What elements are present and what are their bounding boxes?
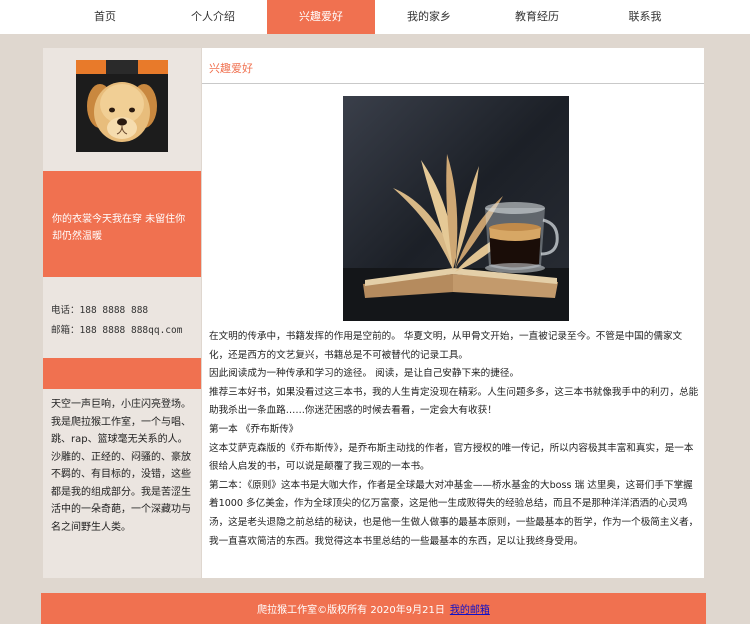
puppy-avatar-image (76, 60, 168, 152)
footer: 爬拉猴工作室©版权所有 2020年9月21日 我的邮箱 (41, 593, 706, 624)
sidebar: 你的衣裳今天我在穿 未留住你却仍然温暖 电话：188 8888 888 邮箱：1… (43, 48, 201, 578)
my-email-link[interactable]: 我的邮箱 (450, 601, 490, 616)
nav-item-home[interactable]: 首页 (51, 0, 159, 34)
book-coffee-image (343, 96, 569, 321)
article-paragraph: 在文明的传承中，书籍发挥的作用是空前的。 华夏文明，从甲骨文开始，一直被记录至今… (209, 331, 683, 361)
avatar (76, 60, 168, 152)
nav-item-contact[interactable]: 联系我 (591, 0, 699, 34)
copyright-text: 爬拉猴工作室©版权所有 2020年9月21日 (257, 605, 445, 616)
self-intro: 天空一声巨响，小庄闪亮登场。我是爬拉猴工作室，一个与唱、跳、rap、篮球毫无关系… (51, 399, 191, 533)
nav-item-about[interactable]: 个人介绍 (159, 0, 267, 34)
sidebar-divider-bar (43, 358, 201, 389)
book-coffee-photo (343, 96, 569, 321)
article-paragraph: 第二本：《原则》这本书是大咖大作，作者是全球最大对冲基金——桥水基金的大boss… (209, 479, 699, 547)
page-title: 兴趣爱好 (209, 62, 253, 75)
top-nav: 首页 个人介绍 兴趣爱好 我的家乡 教育经历 联系我 (0, 0, 750, 34)
quote-text: 你的衣裳今天我在穿 未留住你却仍然温暖 (52, 214, 186, 242)
main-content: 兴趣爱好 在文明的传承中，书籍发挥的作用是空前的。 华夏文明，从甲骨文开始，一直… (202, 48, 704, 578)
article-paragraph: 第一本 《乔布斯传》 (209, 423, 299, 435)
article-paragraph: 推荐三本好书，如果没看过这三本书，我的人生肯定没现在精彩。人生问题多多，这三本书… (209, 386, 699, 417)
nav-item-education[interactable]: 教育经历 (483, 0, 591, 34)
email-text: 邮箱：188 8888 888qq.com (51, 325, 183, 336)
nav-item-hobbies[interactable]: 兴趣爱好 (267, 0, 375, 34)
phone-text: 电话：188 8888 888 (51, 305, 149, 316)
nav-item-hometown[interactable]: 我的家乡 (375, 0, 483, 34)
title-divider (202, 83, 704, 84)
article-body: 在文明的传承中，书籍发挥的作用是空前的。 华夏文明，从甲骨文开始，一直被记录至今… (209, 328, 699, 551)
article-paragraph: 这本艾萨克森版的《乔布斯传》，是乔布斯主动找的作者，官方授权的唯一传记，所以内容… (209, 442, 694, 473)
quote-box: 你的衣裳今天我在穿 未留住你却仍然温暖 (43, 171, 201, 277)
article-paragraph: 因此阅读成为一种传承和学习的途径。 阅读，是让自己安静下来的捷径。 (209, 368, 520, 380)
contact-info: 电话：188 8888 888 邮箱：188 8888 888qq.com (51, 301, 199, 341)
